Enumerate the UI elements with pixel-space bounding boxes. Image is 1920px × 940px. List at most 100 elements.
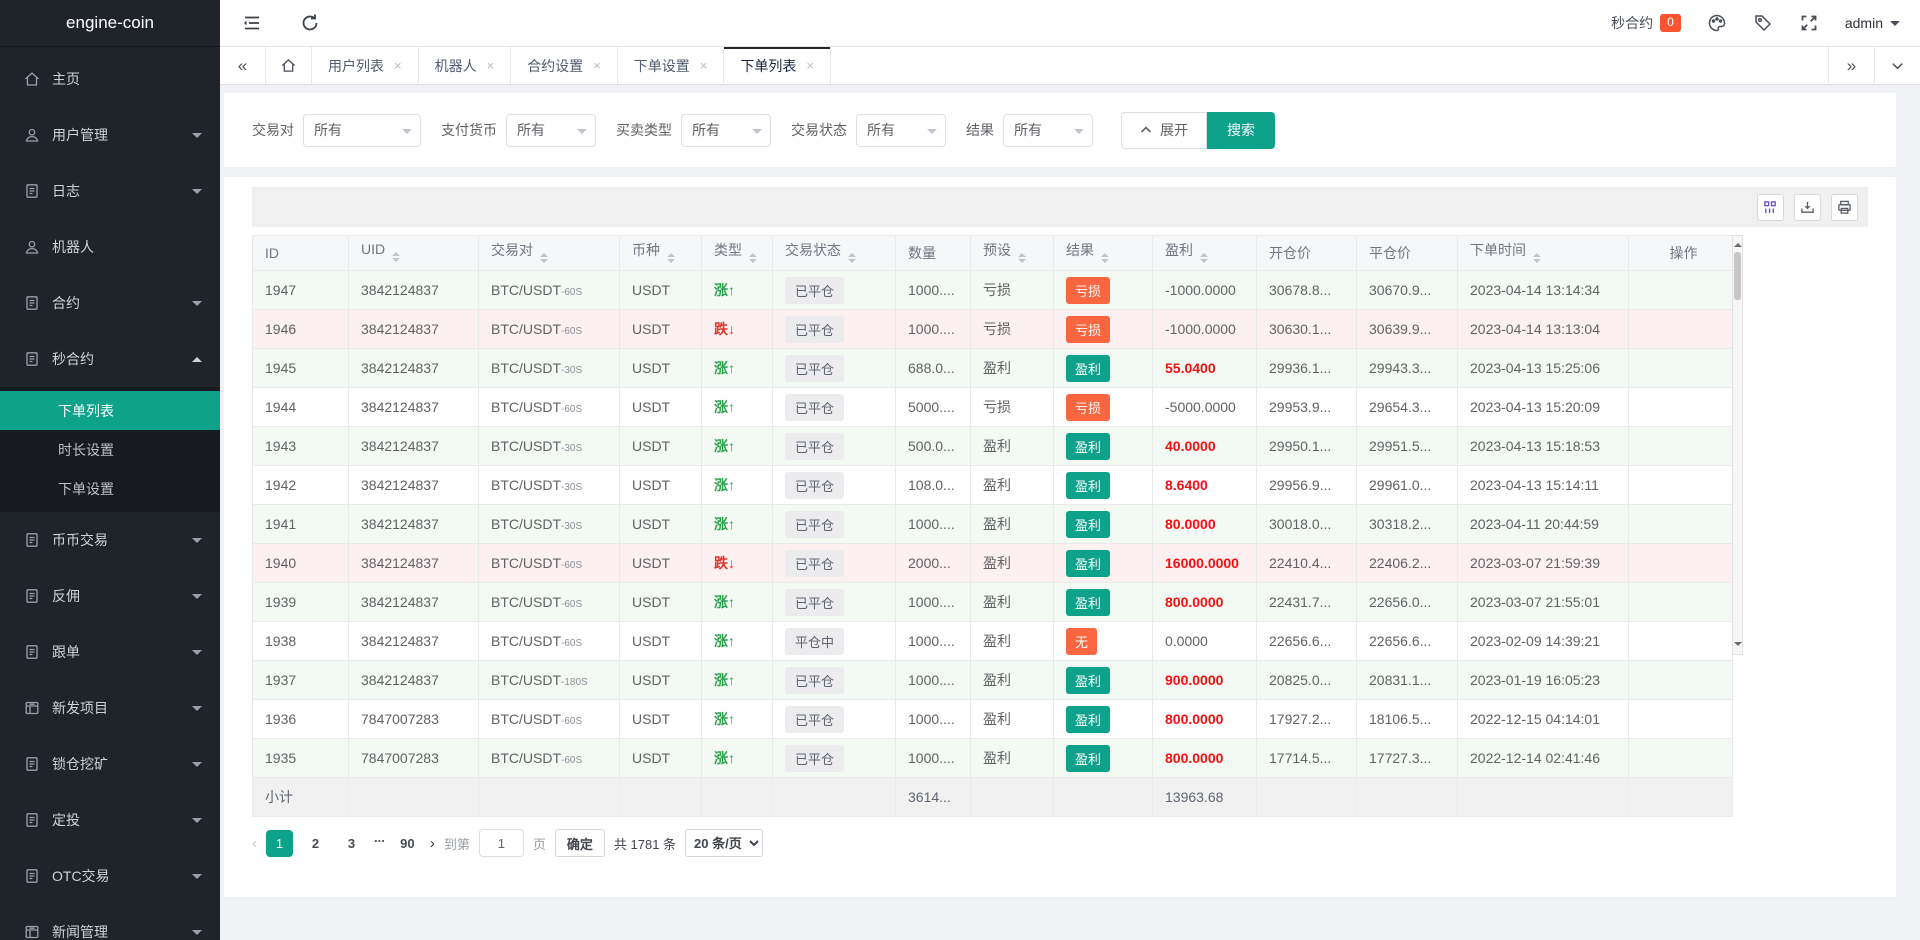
column-header-time[interactable]: 下单时间 [1457, 235, 1629, 271]
sort-icon[interactable] [1018, 249, 1026, 267]
column-header-preset[interactable]: 预设 [970, 235, 1054, 271]
cell-preset: 盈利 [970, 621, 1054, 661]
sidebar-subitem-order-list[interactable]: 下单列表 [0, 391, 220, 430]
sidebar-item-new-projects[interactable]: 新发项目 [0, 680, 220, 736]
cell-time: 2023-03-07 21:55:01 [1457, 582, 1629, 622]
sidebar-item-otc-trading[interactable]: OTC交易 [0, 848, 220, 904]
tab-close-icon[interactable]: × [394, 58, 402, 73]
cell-profit: 800.0000 [1152, 738, 1257, 778]
print-button[interactable] [1831, 193, 1858, 221]
status-badge: 已平仓 [785, 588, 845, 616]
sidebar-subitem-order-settings[interactable]: 下单设置 [0, 469, 220, 508]
cell-preset: 亏损 [970, 270, 1054, 310]
filter-select-4[interactable]: 所有 [856, 113, 946, 147]
tab-2[interactable]: 机器人 × [419, 47, 512, 84]
tab-close-icon[interactable]: × [593, 58, 601, 73]
sort-icon[interactable] [1200, 249, 1208, 267]
sidebar-item-user-management[interactable]: 用户管理 [0, 107, 220, 163]
page-number-2[interactable]: 2 [302, 830, 329, 857]
tab-5[interactable]: 下单列表 × [724, 47, 831, 84]
theme-palette-icon[interactable] [1707, 13, 1727, 33]
sidebar-item-auto-invest[interactable]: 定投 [0, 792, 220, 848]
columns-setting-button[interactable] [1757, 193, 1784, 221]
column-header-result[interactable]: 结果 [1053, 235, 1153, 271]
sidebar-subitem-duration-settings[interactable]: 时长设置 [0, 430, 220, 469]
tabs-scroll-left-icon[interactable]: « [220, 47, 266, 84]
sort-icon[interactable] [848, 249, 856, 267]
tabs-menu-icon[interactable] [1874, 47, 1920, 84]
filter-select-1[interactable]: 所有 [303, 113, 421, 147]
filter-select-3[interactable]: 所有 [681, 113, 771, 147]
refresh-icon[interactable] [300, 13, 320, 33]
scroll-down-icon[interactable] [1733, 642, 1742, 650]
tab-4[interactable]: 下单设置 × [618, 47, 725, 84]
filter-select-5[interactable]: 所有 [1003, 113, 1093, 147]
fullscreen-icon[interactable] [1799, 13, 1819, 33]
tab-close-icon[interactable]: × [487, 58, 495, 73]
scroll-up-icon[interactable] [1733, 239, 1742, 247]
sort-icon[interactable] [749, 249, 757, 267]
sidebar-item-robots[interactable]: 机器人 [0, 219, 220, 275]
sidebar-item-second-contracts[interactable]: 秒合约 [0, 331, 220, 387]
sidebar-item-contracts[interactable]: 合约 [0, 275, 220, 331]
goto-confirm-button[interactable]: 确定 [554, 829, 605, 857]
subtotal-preset [970, 777, 1054, 817]
next-page-icon[interactable]: › [430, 835, 435, 852]
sort-icon[interactable] [540, 249, 548, 267]
sidebar-item-locked-mining[interactable]: 锁仓挖矿 [0, 736, 220, 792]
sort-icon[interactable] [1533, 249, 1541, 267]
pair-duration: -30S [561, 365, 583, 376]
tab-3[interactable]: 合约设置 × [511, 47, 618, 84]
column-header-uid[interactable]: UID [348, 235, 479, 271]
tab-1[interactable]: 用户列表 × [312, 47, 419, 84]
tabs-scroll-right-icon[interactable]: » [1828, 47, 1874, 84]
type-up-label: 涨↑ [714, 633, 735, 649]
prev-page-icon[interactable]: ‹ [252, 835, 257, 852]
filter-select-2[interactable]: 所有 [506, 113, 596, 147]
goto-page-input[interactable] [478, 829, 524, 857]
sort-icon[interactable] [392, 248, 401, 266]
column-header-status[interactable]: 交易状态 [772, 235, 896, 271]
expand-filters-button[interactable]: 展开 [1121, 111, 1207, 149]
cell-status: 已平仓 [772, 465, 896, 505]
cell-id: 1941 [252, 504, 349, 544]
cell-status: 已平仓 [772, 738, 896, 778]
tab-close-icon[interactable]: × [806, 58, 814, 73]
cell-result: 盈利 [1053, 348, 1153, 388]
second-contract-notice[interactable]: 秒合约 0 [1611, 13, 1681, 33]
column-header-type[interactable]: 类型 [701, 235, 773, 271]
home-tab-icon[interactable] [266, 47, 312, 84]
cell-result: 盈利 [1053, 738, 1153, 778]
scrollbar-thumb[interactable] [1734, 252, 1741, 300]
admin-dropdown[interactable]: admin [1845, 15, 1900, 31]
table-scrollbar[interactable] [1732, 235, 1743, 655]
column-header-profit[interactable]: 盈利 [1152, 235, 1257, 271]
cell-preset: 盈利 [970, 504, 1054, 544]
cell-time: 2023-04-14 13:14:34 [1457, 270, 1629, 310]
sidebar-item-rebate[interactable]: 反佣 [0, 568, 220, 624]
page-number-1[interactable]: 1 [266, 829, 293, 857]
column-header-coin[interactable]: 币种 [619, 235, 702, 271]
sidebar-item-copy-trading[interactable]: 跟单 [0, 624, 220, 680]
page-number-90[interactable]: 90 [394, 830, 421, 857]
sidebar-collapse-icon[interactable] [242, 13, 262, 33]
sidebar-item-news-management[interactable]: 新闻管理 [0, 904, 220, 940]
chevron-down-icon [192, 705, 202, 716]
cell-status: 已平仓 [772, 660, 896, 700]
sort-icon[interactable] [667, 249, 675, 267]
cell-time: 2023-04-13 15:20:09 [1457, 387, 1629, 427]
column-header-pair[interactable]: 交易对 [478, 235, 620, 271]
cell-close: 18106.5... [1356, 699, 1458, 739]
sidebar-item-logs[interactable]: 日志 [0, 163, 220, 219]
sidebar-item-coin-trading[interactable]: 币币交易 [0, 512, 220, 568]
export-button[interactable] [1794, 193, 1821, 221]
cell-time: 2022-12-15 04:14:01 [1457, 699, 1629, 739]
page-size-select[interactable]: 20 条/页 [685, 829, 764, 857]
sort-icon[interactable] [1101, 249, 1109, 267]
search-button[interactable]: 搜索 [1207, 111, 1275, 149]
sidebar-item-home[interactable]: 主页 [0, 51, 220, 107]
tab-close-icon[interactable]: × [700, 58, 708, 73]
page-number-3[interactable]: 3 [338, 830, 365, 857]
tag-icon[interactable] [1753, 13, 1773, 33]
page-numbers: 1 2 3... 90 [266, 829, 421, 857]
